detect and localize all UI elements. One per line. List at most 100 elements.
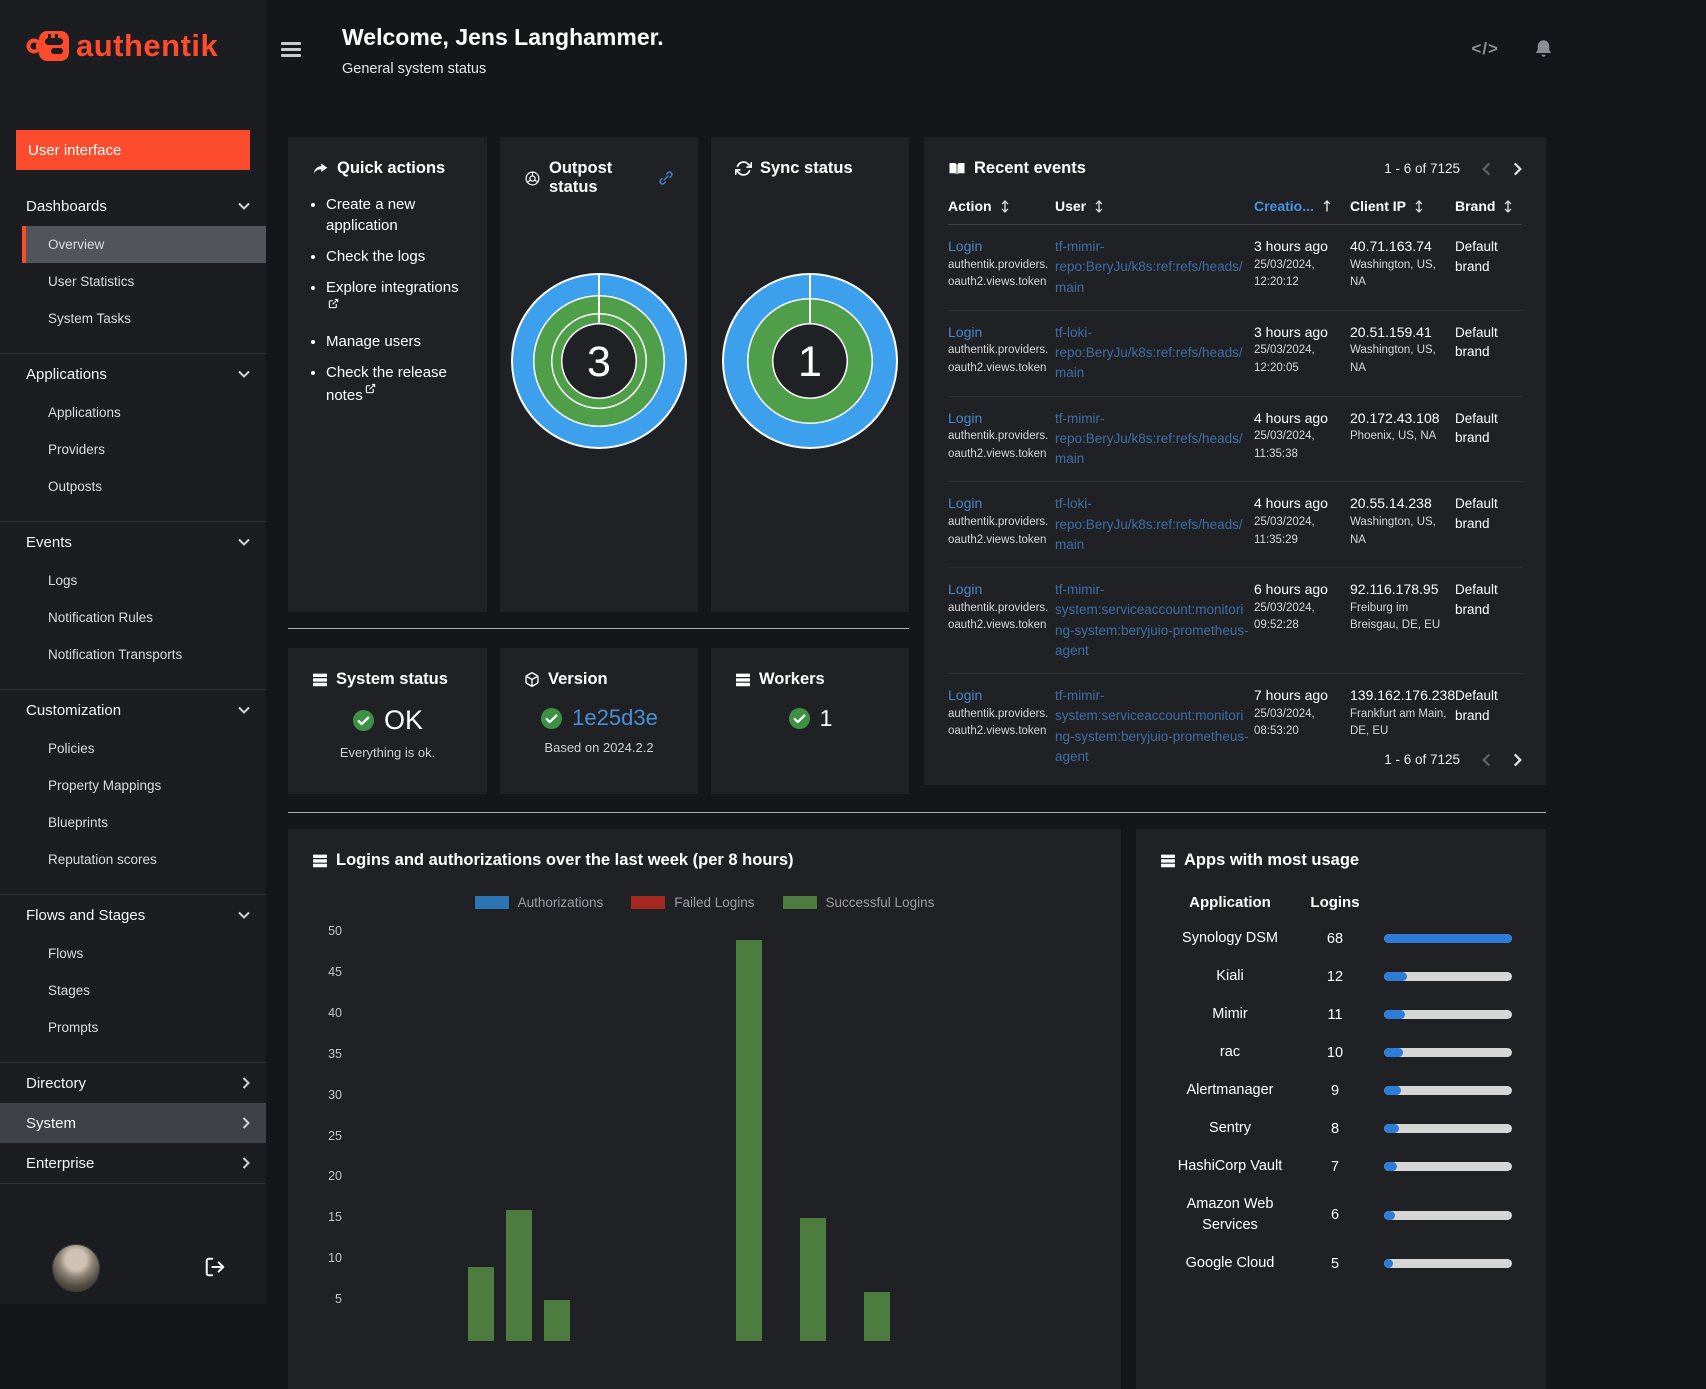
app-name: Synology DSM bbox=[1182, 930, 1278, 946]
quick-action-manage-users[interactable]: Manage users bbox=[326, 331, 467, 352]
event-row: Login authentik.providers.oauth2.views.to… bbox=[948, 397, 1522, 483]
sidebar-section-customization[interactable]: Customization bbox=[0, 690, 266, 730]
sidebar-item-overview[interactable]: Overview bbox=[22, 226, 266, 263]
sidebar-item-property-mappings[interactable]: Property Mappings bbox=[22, 767, 266, 804]
sidebar-item-flows[interactable]: Flows bbox=[22, 935, 266, 972]
sidebar-item-outposts[interactable]: Outposts bbox=[22, 468, 266, 505]
event-user-link[interactable]: tf-mimir-system:serviceaccount:monitorin… bbox=[1055, 688, 1249, 764]
event-time-relative: 7 hours ago bbox=[1254, 687, 1328, 703]
event-action-link[interactable]: Login bbox=[948, 581, 982, 597]
event-timestamp: 25/03/2024, 12:20:05 bbox=[1254, 344, 1315, 375]
quick-action-release-notes[interactable]: Check the release notes bbox=[326, 362, 467, 406]
card-title-label: System status bbox=[336, 670, 448, 688]
app-logins: 10 bbox=[1326, 1044, 1344, 1061]
sidebar-item-notification-transports[interactable]: Notification Transports bbox=[22, 636, 266, 673]
event-timestamp: 25/03/2024, 09:52:28 bbox=[1254, 601, 1315, 632]
chart-title: Logins and authorizations over the last … bbox=[336, 851, 794, 869]
event-action-link[interactable]: Login bbox=[948, 495, 982, 511]
y-tick-label: 15 bbox=[328, 1210, 342, 1225]
link-icon[interactable] bbox=[658, 170, 674, 186]
chevron-right-icon bbox=[242, 1157, 250, 1169]
pagination-next-icon[interactable] bbox=[1513, 753, 1522, 767]
check-circle-icon bbox=[540, 707, 563, 730]
column-header-client-ip[interactable]: Client IP bbox=[1350, 198, 1451, 214]
api-code-icon[interactable]: </> bbox=[1471, 39, 1499, 59]
sidebar-item-providers[interactable]: Providers bbox=[22, 431, 266, 468]
sidebar-section-system[interactable]: System bbox=[0, 1103, 266, 1143]
event-action-link[interactable]: Login bbox=[948, 687, 982, 703]
event-user-link[interactable]: tf-mimir-repo:BeryJu/k8s:ref:refs/heads/… bbox=[1055, 411, 1243, 467]
sidebar-section-directory[interactable]: Directory bbox=[0, 1063, 266, 1103]
sidebar-section-applications[interactable]: Applications bbox=[0, 354, 266, 394]
sidebar-item-blueprints[interactable]: Blueprints bbox=[22, 804, 266, 841]
column-header-user[interactable]: User bbox=[1055, 198, 1250, 214]
event-timestamp: 25/03/2024, 08:53:20 bbox=[1254, 707, 1315, 738]
app-usage-bar bbox=[1384, 972, 1512, 982]
app-logins: 8 bbox=[1330, 1120, 1340, 1137]
nav-collapsed-group: Directory System Enterprise bbox=[0, 1063, 266, 1184]
app-usage-bar bbox=[1384, 1048, 1512, 1058]
sidebar-item-reputation-scores[interactable]: Reputation scores bbox=[22, 841, 266, 878]
external-link-icon bbox=[365, 383, 376, 394]
sidebar-item-notification-rules[interactable]: Notification Rules bbox=[22, 599, 266, 636]
logout-icon[interactable] bbox=[204, 1256, 226, 1278]
event-action-link[interactable]: Login bbox=[948, 324, 982, 340]
app-usage-bar bbox=[1384, 1259, 1512, 1269]
pagination-prev-icon[interactable] bbox=[1482, 753, 1491, 767]
sidebar-item-policies[interactable]: Policies bbox=[22, 730, 266, 767]
version-link[interactable]: 1e25d3e bbox=[572, 705, 658, 731]
legend-successful-logins: Successful Logins bbox=[782, 895, 934, 910]
sidebar-item-user-statistics[interactable]: User Statistics bbox=[22, 263, 266, 300]
pagination-next-icon[interactable] bbox=[1513, 162, 1522, 176]
event-action-link[interactable]: Login bbox=[948, 410, 982, 426]
sidebar-section-dashboards[interactable]: Dashboards bbox=[0, 186, 266, 226]
sidebar-section-flows-and-stages[interactable]: Flows and Stages bbox=[0, 895, 266, 935]
sync-icon bbox=[735, 160, 752, 177]
sidebar-section-events[interactable]: Events bbox=[0, 522, 266, 562]
sort-up-icon bbox=[1323, 199, 1331, 211]
quick-action-explore-integrations[interactable]: Explore integrations bbox=[326, 277, 467, 321]
chevron-down-icon bbox=[238, 911, 250, 919]
sidebar-item-system-tasks[interactable]: System Tasks bbox=[22, 300, 266, 337]
version-card: Version 1e25d3e Based on 2024.2.2 bbox=[500, 648, 698, 794]
event-action-link[interactable]: Login bbox=[948, 238, 982, 254]
card-title-label: Quick actions bbox=[337, 159, 446, 177]
column-header-brand[interactable]: Brand bbox=[1455, 198, 1522, 214]
chevron-down-icon bbox=[238, 706, 250, 714]
events-table: Action User Creatio... Client IP Brand L… bbox=[948, 198, 1522, 779]
notifications-bell-icon[interactable] bbox=[1533, 38, 1554, 60]
card-title-label: Version bbox=[548, 670, 608, 688]
event-user-link[interactable]: tf-mimir-system:serviceaccount:monitorin… bbox=[1055, 582, 1249, 658]
y-tick-label: 10 bbox=[328, 1251, 342, 1266]
menu-toggle-icon[interactable] bbox=[281, 42, 301, 61]
sidebar-item-stages[interactable]: Stages bbox=[22, 972, 266, 1009]
chart-bar bbox=[468, 1267, 495, 1341]
app-logins: 68 bbox=[1326, 930, 1344, 947]
card-title-label: Apps with most usage bbox=[1184, 851, 1360, 869]
event-user-link[interactable]: tf-mimir-repo:BeryJu/k8s:ref:refs/heads/… bbox=[1055, 239, 1243, 295]
event-brand: Default brand bbox=[1455, 324, 1498, 360]
column-header-action[interactable]: Action bbox=[948, 198, 1051, 214]
sidebar-item-applications[interactable]: Applications bbox=[22, 394, 266, 431]
app-usage-bar bbox=[1384, 1086, 1512, 1096]
legend-swatch bbox=[474, 896, 509, 909]
column-header-creation[interactable]: Creatio... bbox=[1254, 198, 1346, 214]
outpost-status-donut: 3 bbox=[510, 272, 688, 450]
sidebar-item-logs[interactable]: Logs bbox=[22, 562, 266, 599]
sidebar-section-enterprise[interactable]: Enterprise bbox=[0, 1143, 266, 1183]
pagination-prev-icon[interactable] bbox=[1482, 162, 1491, 176]
sort-icon bbox=[1095, 199, 1103, 213]
quick-action-create-application[interactable]: Create a new application bbox=[326, 194, 467, 236]
external-link-icon bbox=[328, 298, 339, 309]
event-user-link[interactable]: tf-loki-repo:BeryJu/k8s:ref:refs/heads/m… bbox=[1055, 325, 1243, 381]
logins-chart-card: Logins and authorizations over the last … bbox=[288, 829, 1121, 1389]
user-interface-button[interactable]: User interface bbox=[16, 130, 250, 170]
sidebar-item-prompts[interactable]: Prompts bbox=[22, 1009, 266, 1046]
event-user-link[interactable]: tf-loki-repo:BeryJu/k8s:ref:refs/heads/m… bbox=[1055, 496, 1243, 552]
user-avatar[interactable] bbox=[52, 1244, 100, 1292]
legend-swatch bbox=[631, 896, 666, 909]
quick-action-check-logs[interactable]: Check the logs bbox=[326, 246, 467, 267]
legend-authorizations: Authorizations bbox=[474, 895, 603, 910]
event-time-relative: 4 hours ago bbox=[1254, 495, 1328, 512]
event-timestamp: 25/03/2024, 11:35:38 bbox=[1254, 430, 1315, 460]
